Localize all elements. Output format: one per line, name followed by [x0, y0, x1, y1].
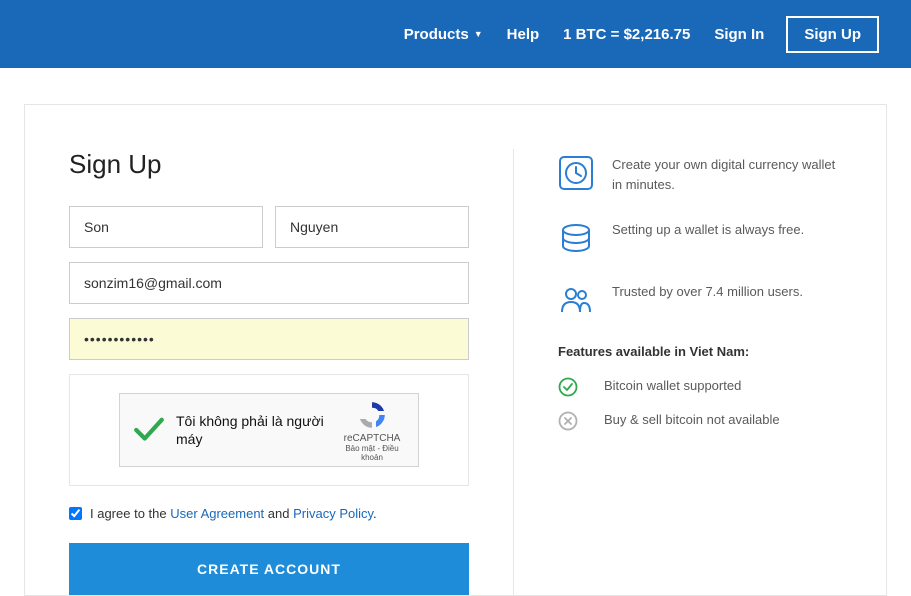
signup-card: Sign Up Tôi không phải là người m — [24, 104, 887, 596]
info-item: Setting up a wallet is always free. — [558, 220, 842, 256]
form-title: Sign Up — [69, 149, 469, 180]
clock-icon — [558, 155, 594, 191]
recaptcha-widget[interactable]: Tôi không phải là người máy reCAPTCHA Bả… — [119, 393, 419, 467]
check-circle-icon — [558, 377, 578, 397]
lastname-input[interactable] — [275, 206, 469, 248]
agree-row: I agree to the User Agreement and Privac… — [69, 506, 469, 521]
create-account-button[interactable]: CREATE ACCOUNT — [69, 543, 469, 595]
x-circle-icon — [558, 411, 578, 431]
agree-text-suffix: . — [373, 506, 377, 521]
email-input[interactable] — [69, 262, 469, 304]
info-item: Create your own digital currency wallet … — [558, 155, 842, 194]
feature-text: Buy & sell bitcoin not available — [604, 411, 780, 431]
feature-item: Bitcoin wallet supported — [558, 377, 842, 397]
signup-form: Sign Up Tôi không phải là người m — [69, 149, 469, 595]
signup-button[interactable]: Sign Up — [786, 16, 879, 53]
recaptcha-label: Tôi không phải là người máy — [176, 412, 338, 448]
recaptcha-container: Tôi không phải là người máy reCAPTCHA Bả… — [69, 374, 469, 486]
info-text: Create your own digital currency wallet … — [612, 155, 842, 194]
coins-icon — [558, 220, 594, 256]
signin-link[interactable]: Sign In — [714, 26, 764, 43]
feature-text: Bitcoin wallet supported — [604, 377, 741, 397]
info-text: Trusted by over 7.4 million users. — [612, 282, 803, 318]
recaptcha-brand: reCAPTCHA — [338, 433, 406, 444]
agree-checkbox[interactable] — [69, 507, 82, 520]
recaptcha-logo: reCAPTCHA Bảo mật - Điều khoản — [338, 399, 406, 462]
recaptcha-icon — [356, 399, 388, 431]
checkmark-icon — [132, 413, 166, 447]
vertical-divider — [513, 149, 514, 595]
privacy-policy-link[interactable]: Privacy Policy — [293, 506, 373, 521]
feature-item: Buy & sell bitcoin not available — [558, 411, 842, 431]
top-nav: Products ▼ Help 1 BTC = $2,216.75 Sign I… — [0, 0, 911, 68]
users-icon — [558, 282, 594, 318]
firstname-input[interactable] — [69, 206, 263, 248]
user-agreement-link[interactable]: User Agreement — [170, 506, 264, 521]
agree-text-mid: and — [264, 506, 293, 521]
info-item: Trusted by over 7.4 million users. — [558, 282, 842, 318]
nav-products-label: Products — [404, 26, 469, 43]
password-input[interactable] — [69, 318, 469, 360]
chevron-down-icon: ▼ — [474, 29, 483, 39]
nav-help[interactable]: Help — [507, 26, 540, 43]
nav-products[interactable]: Products ▼ — [404, 26, 483, 43]
features-heading: Features available in Viet Nam: — [558, 344, 842, 359]
info-text: Setting up a wallet is always free. — [612, 220, 804, 256]
agree-text-prefix: I agree to the — [90, 506, 170, 521]
btc-rate: 1 BTC = $2,216.75 — [563, 26, 690, 43]
info-column: Create your own digital currency wallet … — [558, 149, 842, 595]
recaptcha-terms: Bảo mật - Điều khoản — [338, 444, 406, 462]
